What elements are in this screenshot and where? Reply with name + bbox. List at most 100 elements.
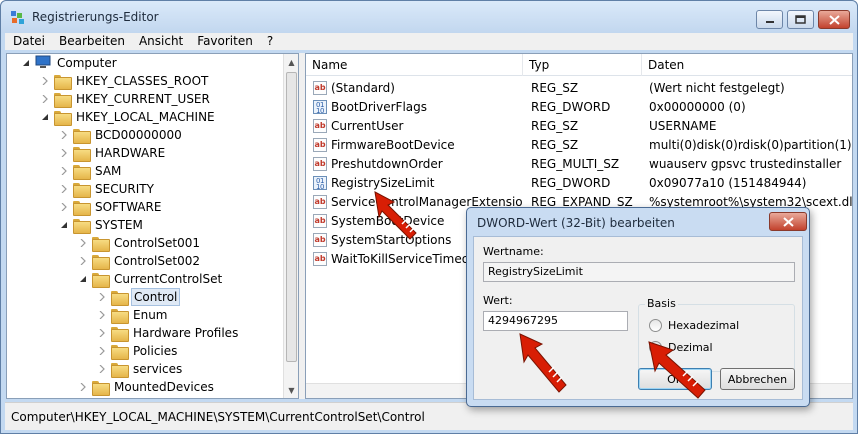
- tree-vertical-scrollbar[interactable]: ▲ ▼: [283, 54, 298, 398]
- expand-arrow-icon[interactable]: [97, 364, 107, 374]
- menu-ansicht[interactable]: Ansicht: [132, 33, 190, 50]
- registry-tree[interactable]: ▲ ▼ Computer HKEY_CLASSES_ROOT HKEY_CURREN…: [6, 53, 299, 399]
- expand-arrow-icon[interactable]: [59, 202, 69, 212]
- tree-node-hkey-classes-root[interactable]: HKEY_CLASSES_ROOT: [40, 72, 210, 90]
- expand-arrow-icon[interactable]: [97, 346, 107, 356]
- expand-arrow-icon[interactable]: [59, 130, 69, 140]
- radio-decimal-indicator[interactable]: [649, 341, 662, 354]
- cell-type: REG_MULTI_SZ: [531, 156, 620, 171]
- menu-help[interactable]: ?: [260, 33, 280, 50]
- table-row[interactable]: ab CurrentUser REG_SZ USERNAME: [306, 116, 852, 135]
- column-header-data[interactable]: Daten: [642, 54, 852, 76]
- tree-node-system[interactable]: SYSTEM: [59, 216, 145, 234]
- string-value-icon: ab: [313, 213, 327, 228]
- tree-node-security[interactable]: SECURITY: [59, 180, 156, 198]
- tree-node-control[interactable]: Control: [97, 288, 181, 306]
- scroll-up-icon[interactable]: ▲: [284, 54, 298, 70]
- dialog-title: DWORD-Wert (32-Bit) bearbeiten: [477, 216, 675, 230]
- expand-arrow-icon[interactable]: [59, 148, 69, 158]
- edit-dword-dialog: DWORD-Wert (32-Bit) bearbeiten Wertname:…: [466, 207, 810, 407]
- radio-hexadecimal-indicator[interactable]: [649, 319, 662, 332]
- table-row[interactable]: ab PreshutdownOrder REG_MULTI_SZ wuauserv g…: [306, 154, 852, 173]
- tree-node-controlset002[interactable]: ControlSet002: [78, 252, 202, 270]
- expand-arrow-icon[interactable]: [97, 292, 107, 302]
- column-header-name[interactable]: Name: [306, 54, 523, 76]
- collapse-arrow-icon[interactable]: [59, 220, 69, 230]
- tree-node-hkey-local-machine[interactable]: HKEY_LOCAL_MACHINE: [40, 108, 217, 126]
- expand-arrow-icon[interactable]: [78, 382, 88, 392]
- expand-arrow-icon[interactable]: [78, 256, 88, 266]
- tree-node-label: Enum: [133, 308, 168, 322]
- cell-type: REG_SZ: [531, 137, 579, 152]
- dialog-close-button[interactable]: [769, 212, 807, 231]
- registry-editor-app-icon: [11, 11, 24, 24]
- menu-datei[interactable]: Datei: [5, 33, 52, 50]
- tree-node-hkey-current-user[interactable]: HKEY_CURRENT_USER: [40, 90, 212, 108]
- base-groupbox-title: Basis: [645, 297, 678, 310]
- tree-node-label: CurrentControlSet: [114, 272, 223, 286]
- tree-scroll-thumb[interactable]: [286, 72, 297, 362]
- expand-arrow-icon[interactable]: [40, 76, 50, 86]
- folder-icon: [54, 74, 72, 90]
- expand-arrow-icon[interactable]: [97, 310, 107, 320]
- base-groupbox: Basis Hexadezimal Dezimal: [638, 297, 795, 372]
- table-row[interactable]: ab (Standard) REG_SZ (Wert nicht festgelegt…: [306, 78, 852, 97]
- tree-node-software[interactable]: SOFTWARE: [59, 198, 163, 216]
- radio-hexadecimal[interactable]: Hexadezimal: [649, 319, 739, 332]
- collapse-arrow-icon[interactable]: [78, 274, 88, 284]
- cancel-button[interactable]: Abbrechen: [720, 368, 795, 390]
- tree-node-label: Control: [131, 288, 181, 306]
- expand-arrow-icon[interactable]: [78, 238, 88, 248]
- table-row[interactable]: ab FirmwareBootDevice REG_SZ multi(0)disk(0…: [306, 135, 852, 154]
- tree-node-bcd00000000[interactable]: BCD00000000: [59, 126, 184, 144]
- radio-hexadecimal-label: Hexadezimal: [668, 319, 740, 332]
- tree-node-hardware-profiles[interactable]: Hardware Profiles: [97, 324, 240, 342]
- collapse-arrow-icon[interactable]: [21, 58, 31, 68]
- tree-node-label: SECURITY: [95, 182, 154, 196]
- title-bar[interactable]: Registrierungs-Editor: [1, 1, 857, 33]
- tree-node-currentcontrolset[interactable]: CurrentControlSet: [78, 270, 224, 288]
- tree-node-policies[interactable]: Policies: [97, 342, 179, 360]
- minimize-button[interactable]: [756, 10, 783, 29]
- table-row[interactable]: 01 10 RegistrySizeLimit REG_DWORD 0x09077a10…: [306, 173, 852, 192]
- radio-decimal[interactable]: Dezimal: [649, 341, 713, 354]
- tree-node-label: HKEY_CURRENT_USER: [76, 92, 210, 106]
- expand-arrow-icon[interactable]: [59, 184, 69, 194]
- cell-name: ab PreshutdownOrder: [306, 156, 523, 171]
- menu-bearbeiten[interactable]: Bearbeiten: [52, 33, 132, 50]
- close-icon: [782, 216, 794, 227]
- cell-type: REG_SZ: [531, 118, 579, 133]
- tree-node-enum[interactable]: Enum: [97, 306, 169, 324]
- menu-favoriten[interactable]: Favoriten: [190, 33, 260, 50]
- cell-name: ab CurrentUser: [306, 118, 523, 133]
- folder-icon: [73, 128, 91, 144]
- tree-node-label: HKEY_CLASSES_ROOT: [76, 74, 209, 88]
- table-row[interactable]: 01 10 BootDriverFlags REG_DWORD 0x00000000 (…: [306, 97, 852, 116]
- value-data-input[interactable]: 4294967295: [483, 311, 628, 331]
- collapse-arrow-icon[interactable]: [40, 112, 50, 122]
- tree-node-mounteddevices[interactable]: MountedDevices: [78, 378, 216, 396]
- value-name: PreshutdownOrder: [331, 156, 443, 171]
- tree-node-label: HARDWARE: [95, 146, 166, 160]
- scroll-down-icon[interactable]: ▼: [284, 382, 298, 398]
- ok-button[interactable]: OK: [638, 368, 712, 390]
- tree-node-controlset001[interactable]: ControlSet001: [78, 234, 202, 252]
- tree-node-sam[interactable]: SAM: [59, 162, 123, 180]
- tree-node-label: services: [133, 362, 183, 376]
- tree-node-rng[interactable]: RNG: [78, 396, 143, 398]
- column-header-type[interactable]: Typ: [523, 54, 642, 76]
- string-value-icon: ab: [313, 156, 327, 171]
- maximize-button[interactable]: [787, 10, 814, 29]
- folder-icon: [54, 92, 72, 108]
- expand-arrow-icon[interactable]: [59, 166, 69, 176]
- tree-node-hardware[interactable]: HARDWARE: [59, 144, 167, 162]
- string-value-icon: ab: [313, 232, 327, 247]
- expand-arrow-icon[interactable]: [97, 328, 107, 338]
- expand-arrow-icon[interactable]: [40, 94, 50, 104]
- tree-node-computer[interactable]: Computer: [21, 54, 119, 72]
- close-button[interactable]: [818, 10, 850, 29]
- tree-node-services[interactable]: services: [97, 360, 184, 378]
- value-data-label: Wert:: [483, 294, 513, 307]
- folder-icon: [73, 218, 91, 234]
- binary-value-icon: 01 10: [313, 99, 327, 114]
